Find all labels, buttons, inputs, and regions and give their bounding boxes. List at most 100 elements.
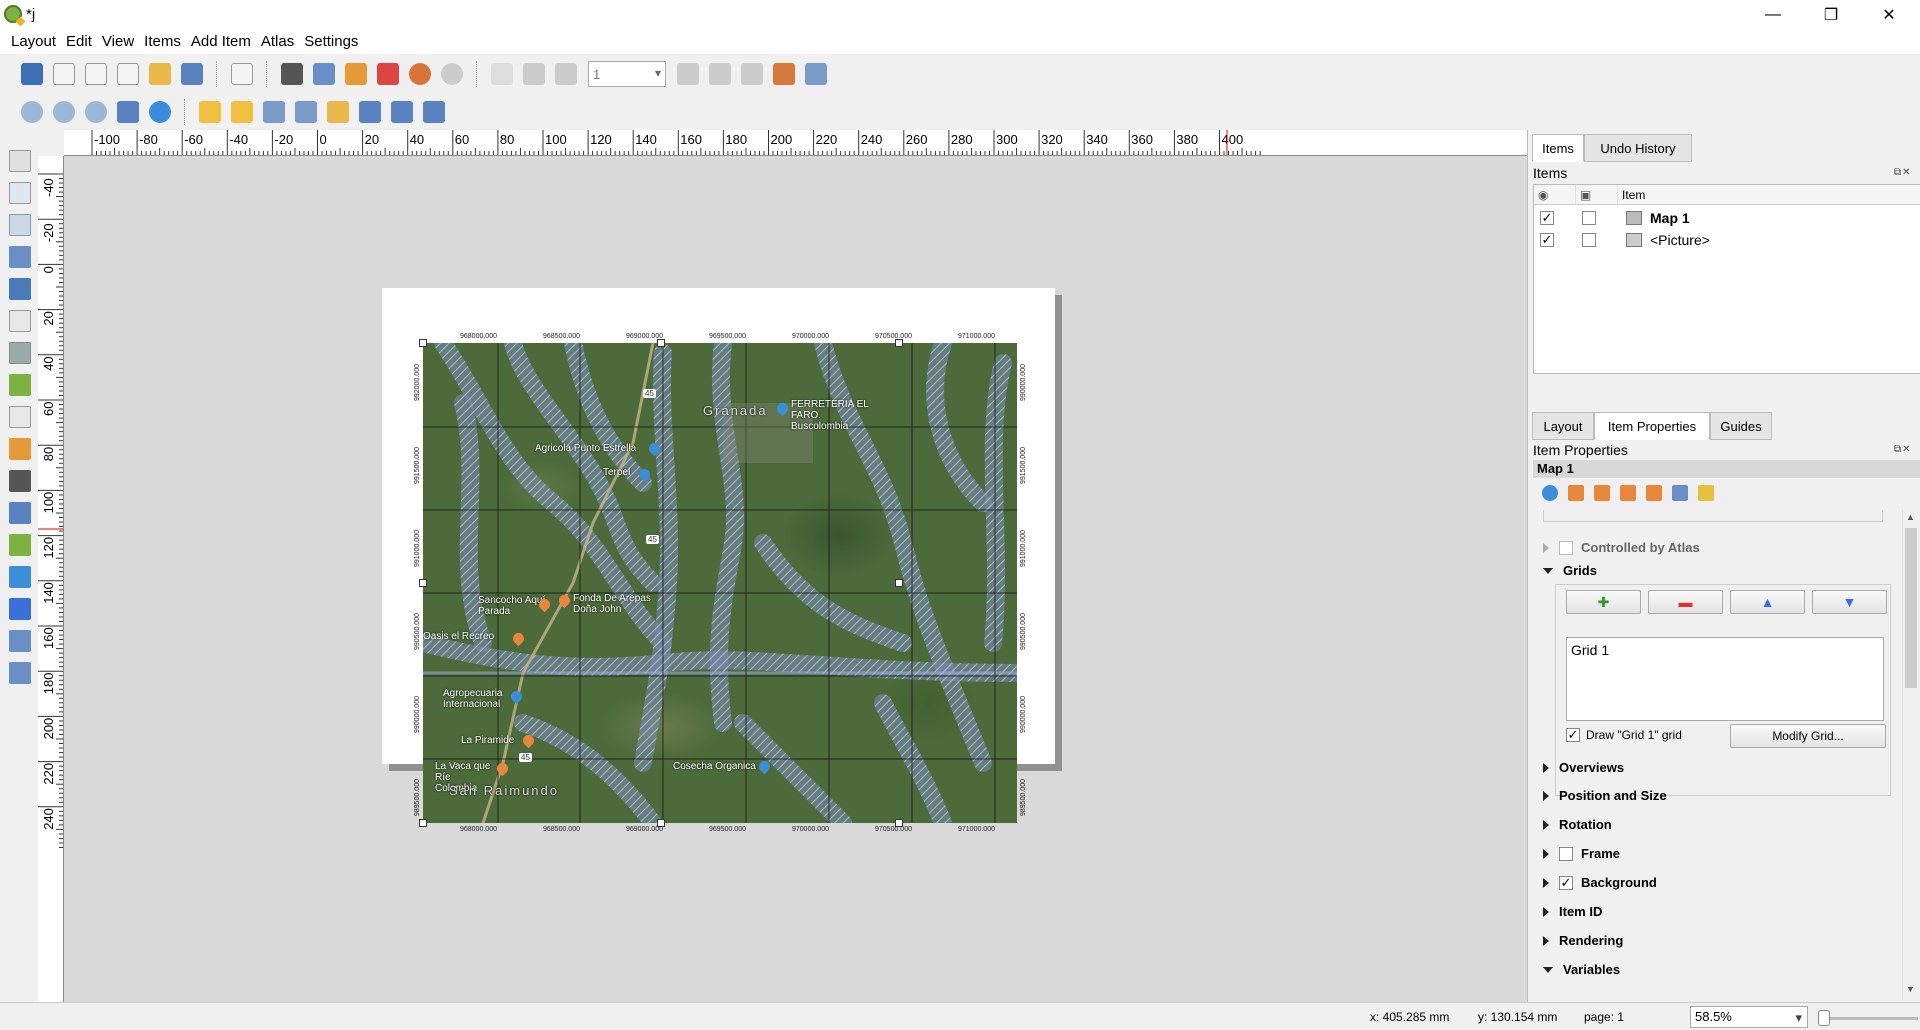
modify-grid-button[interactable]: Modify Grid... bbox=[1730, 724, 1886, 748]
resize-icon[interactable] bbox=[423, 101, 445, 123]
map-item[interactable]: Granada FERRETERIA EL FARO. Buscolombia … bbox=[423, 343, 1017, 823]
add-legend-icon[interactable] bbox=[9, 438, 31, 460]
duplicate-layout-icon[interactable] bbox=[85, 63, 107, 85]
select-move-icon[interactable] bbox=[9, 214, 31, 236]
draw-grid-option[interactable]: ✓ Draw "Grid 1" grid bbox=[1566, 728, 1682, 742]
labeling-icon[interactable] bbox=[1698, 485, 1714, 501]
bookmark-icon[interactable] bbox=[1672, 485, 1688, 501]
visibility-checkbox[interactable]: ✓ bbox=[1540, 211, 1554, 225]
scrollbar-thumb[interactable] bbox=[1905, 528, 1917, 688]
refresh-preview-icon[interactable] bbox=[1542, 485, 1558, 501]
add-arrow-icon[interactable] bbox=[9, 566, 31, 588]
add-grid-button[interactable]: ✚ bbox=[1566, 590, 1641, 614]
export-atlas-icon[interactable] bbox=[773, 63, 795, 85]
visibility-checkbox[interactable]: ✓ bbox=[1540, 233, 1554, 247]
resize-handle[interactable] bbox=[657, 339, 665, 347]
add-label-icon[interactable] bbox=[9, 406, 31, 428]
add-page-icon[interactable] bbox=[9, 310, 31, 332]
view-extent-icon[interactable] bbox=[1594, 485, 1610, 501]
layout-manager-icon[interactable] bbox=[117, 63, 139, 85]
layout-page[interactable]: Granada FERRETERIA EL FARO. Buscolombia … bbox=[382, 288, 1055, 833]
zoom-combo[interactable]: 58.5% bbox=[1690, 1006, 1808, 1028]
add-3d-map-icon[interactable] bbox=[9, 342, 31, 364]
properties-scrollbar[interactable]: ▲ ▼ bbox=[1902, 510, 1918, 1000]
position-size-section[interactable]: Position and Size bbox=[1543, 788, 1667, 803]
open-template-icon[interactable] bbox=[149, 63, 171, 85]
add-scalebar-icon[interactable] bbox=[9, 470, 31, 492]
edit-nodes-icon[interactable] bbox=[9, 278, 31, 300]
move-grid-up-button[interactable]: ▲ bbox=[1730, 590, 1805, 614]
save-icon[interactable] bbox=[21, 63, 43, 85]
export-svg-icon[interactable] bbox=[345, 63, 367, 85]
overviews-section[interactable]: Overviews bbox=[1543, 760, 1624, 775]
menu-atlas[interactable]: Atlas bbox=[256, 30, 299, 54]
lock-checkbox[interactable] bbox=[1582, 211, 1596, 225]
controlled-checkbox[interactable] bbox=[1559, 540, 1573, 555]
print-atlas-icon[interactable] bbox=[741, 63, 763, 85]
first-feature-icon[interactable] bbox=[523, 63, 545, 85]
menu-items[interactable]: Items bbox=[139, 30, 186, 54]
maximize-button[interactable]: ❐ bbox=[1802, 0, 1860, 30]
view-scale-icon[interactable] bbox=[1646, 485, 1662, 501]
tab-layout[interactable]: Layout bbox=[1532, 412, 1594, 440]
menu-layout[interactable]: Layout bbox=[6, 30, 61, 54]
undo-icon[interactable] bbox=[409, 63, 431, 85]
unlock-items-icon[interactable] bbox=[231, 101, 253, 123]
refresh-icon[interactable] bbox=[149, 101, 171, 123]
print-icon[interactable] bbox=[281, 63, 303, 85]
zoom-tool-icon[interactable] bbox=[9, 182, 31, 204]
frame-checkbox[interactable] bbox=[1559, 846, 1573, 861]
zoom-out-icon[interactable] bbox=[53, 101, 75, 123]
export-image-icon[interactable] bbox=[313, 63, 335, 85]
background-checkbox[interactable]: ✓ bbox=[1559, 875, 1573, 890]
save-template-icon[interactable] bbox=[181, 63, 203, 85]
scroll-down-icon[interactable]: ▼ bbox=[1906, 984, 1915, 994]
properties-scroll-area[interactable]: Controlled by Atlas Grids ✚ ▬ ▲ ▼ Grid 1… bbox=[1533, 510, 1916, 1000]
set-extent-icon[interactable] bbox=[1568, 485, 1584, 501]
zoom-in-icon[interactable] bbox=[21, 101, 43, 123]
next-feature-icon[interactable] bbox=[677, 63, 699, 85]
add-map-icon[interactable] bbox=[9, 374, 31, 396]
zoom-slider-handle[interactable] bbox=[1818, 1010, 1830, 1026]
tab-guides[interactable]: Guides bbox=[1710, 412, 1772, 440]
variables-section[interactable]: Variables bbox=[1543, 962, 1620, 977]
zoom-actual-icon[interactable] bbox=[85, 101, 107, 123]
resize-handle[interactable] bbox=[895, 339, 903, 347]
menu-add-item[interactable]: Add Item bbox=[186, 30, 256, 54]
rendering-section[interactable]: Rendering bbox=[1543, 933, 1623, 948]
atlas-page-input[interactable]: 1 bbox=[588, 61, 666, 87]
resize-handle[interactable] bbox=[419, 339, 427, 347]
group-items-icon[interactable] bbox=[263, 101, 285, 123]
tab-undo-history[interactable]: Undo History bbox=[1584, 134, 1692, 162]
resize-handle[interactable] bbox=[419, 819, 427, 827]
redo-icon[interactable] bbox=[441, 63, 463, 85]
add-polyline-icon[interactable] bbox=[9, 598, 31, 620]
item-map-1[interactable]: Map 1 bbox=[1650, 210, 1690, 226]
zoom-slider[interactable] bbox=[1822, 1017, 1918, 1020]
atlas-settings-icon[interactable] bbox=[805, 63, 827, 85]
previous-feature-icon[interactable] bbox=[555, 63, 577, 85]
move-grid-down-button[interactable]: ▼ bbox=[1812, 590, 1887, 614]
draw-grid-checkbox[interactable]: ✓ bbox=[1566, 728, 1580, 742]
item-id-section[interactable]: Item ID bbox=[1543, 904, 1602, 919]
menu-settings[interactable]: Settings bbox=[299, 30, 363, 54]
panel-float-close-icon[interactable]: ⧉✕ bbox=[1894, 444, 1912, 455]
menu-view[interactable]: View bbox=[97, 30, 139, 54]
resize-handle[interactable] bbox=[895, 579, 903, 587]
lock-items-icon[interactable] bbox=[199, 101, 221, 123]
new-layout-icon[interactable] bbox=[53, 63, 75, 85]
grid-list-item[interactable]: Grid 1 bbox=[1571, 642, 1879, 658]
grids-section[interactable]: Grids bbox=[1543, 563, 1597, 578]
tab-item-properties[interactable]: Item Properties bbox=[1594, 412, 1710, 440]
minimize-button[interactable]: — bbox=[1744, 0, 1802, 30]
last-feature-icon[interactable] bbox=[709, 63, 731, 85]
frame-section[interactable]: Frame bbox=[1543, 846, 1620, 861]
ungroup-items-icon[interactable] bbox=[295, 101, 317, 123]
set-scale-icon[interactable] bbox=[1620, 485, 1636, 501]
rotation-section[interactable]: Rotation bbox=[1543, 817, 1612, 832]
lock-checkbox[interactable] bbox=[1582, 233, 1596, 247]
atlas-preview-icon[interactable] bbox=[491, 63, 513, 85]
layout-canvas[interactable]: Granada FERRETERIA EL FARO. Buscolombia … bbox=[64, 156, 1527, 1002]
zoom-full-icon[interactable] bbox=[117, 101, 139, 123]
raise-items-icon[interactable] bbox=[327, 101, 349, 123]
